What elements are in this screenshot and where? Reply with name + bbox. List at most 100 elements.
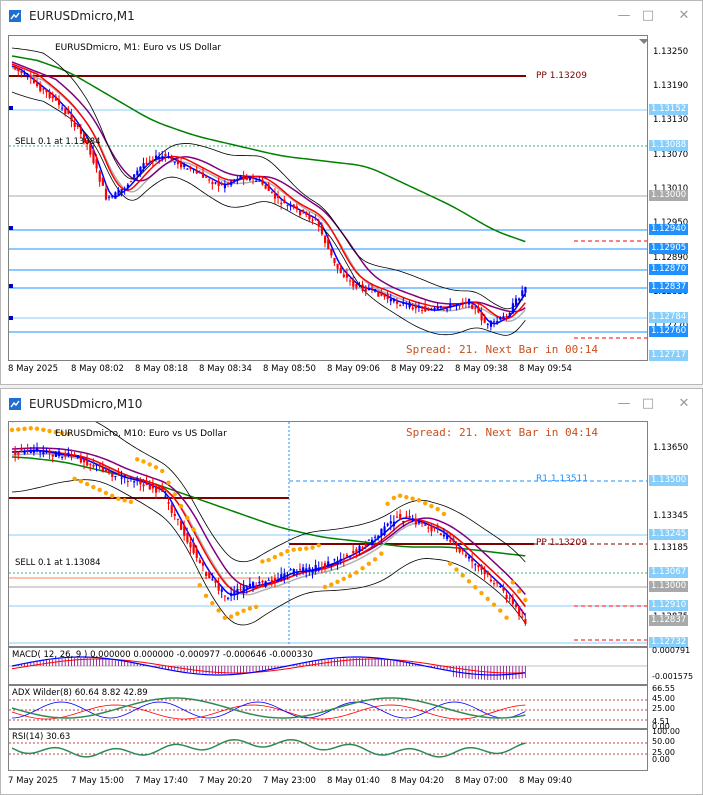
- candle-body: [267, 184, 270, 191]
- candle-body: [57, 99, 61, 105]
- adx-axis: 66.55 45.00 25.00 4.51 0.00: [648, 684, 702, 731]
- candle-body: [305, 568, 308, 572]
- candle-body: [377, 290, 380, 297]
- candle-body: [117, 189, 120, 196]
- price-plot-m10[interactable]: [9, 422, 648, 647]
- candle-body: [421, 310, 424, 312]
- window-titlebar[interactable]: EURUSDmicro,M10 — □ ✕: [1, 389, 702, 419]
- candle-body: [201, 562, 205, 566]
- candle-body: [395, 516, 399, 518]
- rsi-plot: [9, 738, 647, 758]
- time-axis-m1: 8 May 2025 8 May 08:02 8 May 08:18 8 May 08…: [8, 361, 648, 379]
- candle-body: [45, 89, 48, 93]
- close-icon[interactable]: ✕: [674, 7, 694, 25]
- candle-body: [467, 556, 471, 559]
- candle-body: [29, 451, 32, 453]
- candle-body: [79, 128, 83, 135]
- psar-dot: [116, 496, 121, 501]
- candle-body: [239, 175, 242, 179]
- psar-dot: [397, 493, 403, 498]
- candle-body: [167, 156, 170, 158]
- candle-body: [57, 451, 61, 457]
- candle-body: [336, 263, 339, 269]
- candle-body: [252, 175, 255, 179]
- candle-body: [186, 168, 189, 170]
- candle-body: [230, 181, 233, 186]
- candle-body: [176, 518, 180, 520]
- candle-body: [458, 547, 461, 553]
- window-titlebar[interactable]: EURUSDmicro,M1 — □ ✕: [1, 1, 702, 31]
- maximize-icon[interactable]: □: [638, 7, 658, 25]
- candle-body: [474, 307, 477, 309]
- minimize-icon[interactable]: —: [614, 7, 634, 25]
- candle-body: [101, 468, 104, 473]
- x-tick-label: 8 May 09:22: [391, 364, 444, 374]
- candle-body: [245, 587, 248, 589]
- candle-body: [270, 579, 273, 584]
- candle-body: [408, 515, 411, 518]
- y-tick-label: 1.13130: [653, 115, 689, 125]
- adx-pane[interactable]: ADX Wilder(8) 60.64 8.82 42.89: [8, 685, 648, 729]
- candle-body: [17, 68, 20, 71]
- candle-body: [189, 541, 192, 548]
- sell-order-label: SELL 0.1 at 1.13084: [15, 558, 101, 568]
- macd-pane[interactable]: MACD( 12, 26, 9 ) 0.000000 0.000000 -0.0…: [8, 647, 648, 685]
- candle-body: [377, 535, 380, 539]
- candle-body: [336, 560, 339, 565]
- candle-body: [54, 96, 58, 101]
- x-tick-label: 8 May 01:40: [327, 776, 380, 786]
- candle-body: [424, 524, 427, 526]
- price-chart-m1[interactable]: EURUSDmicro, M1: Euro vs US Dollar PP 1.…: [8, 35, 648, 361]
- candle-body: [389, 299, 392, 302]
- candle-body: [233, 591, 236, 596]
- candle-body: [499, 586, 502, 588]
- candle-body: [283, 199, 286, 204]
- psar-dot: [103, 490, 109, 496]
- chart-window-m10[interactable]: EURUSDmicro,M10 — □ ✕ EURUSDmicro, M10: …: [0, 388, 703, 795]
- psar-dot: [498, 608, 503, 613]
- psar-dot: [97, 487, 102, 493]
- price-tag: 1.13245: [649, 529, 689, 540]
- candle-body: [42, 451, 45, 455]
- psar-dot: [41, 427, 46, 433]
- psar-dot: [22, 426, 27, 432]
- candle-body: [95, 158, 98, 169]
- candle-body: [198, 560, 201, 563]
- candle-body: [273, 578, 277, 583]
- price-plot-m1[interactable]: [9, 36, 648, 361]
- candle-body: [98, 171, 101, 182]
- maximize-icon[interactable]: □: [638, 395, 658, 413]
- candle-body: [421, 522, 424, 524]
- candle-body: [295, 206, 299, 210]
- minimize-icon[interactable]: —: [614, 395, 634, 413]
- price-tag: 1.13152: [649, 104, 689, 115]
- price-tag: 1.12870: [649, 264, 689, 275]
- psar-dot: [241, 608, 246, 613]
- candle-body: [158, 486, 161, 489]
- candle-body: [402, 520, 405, 522]
- price-chart-m10[interactable]: EURUSDmicro, M10: Euro vs US Dollar Spre…: [8, 421, 648, 647]
- candle-body: [374, 289, 377, 292]
- close-icon[interactable]: ✕: [674, 395, 694, 413]
- r1-label: R1 1.13511: [536, 474, 589, 484]
- candle-body: [286, 205, 289, 207]
- y-tick-label: 1.13250: [653, 47, 689, 57]
- psar-dot: [16, 427, 21, 432]
- candle-body: [436, 526, 439, 528]
- psar-dot: [272, 554, 278, 560]
- psar-dot: [34, 426, 40, 431]
- candle-body: [92, 464, 95, 467]
- candle-body: [98, 464, 101, 467]
- psar-dot: [479, 590, 484, 596]
- spread-info: Spread: 21. Next Bar in 00:14: [406, 343, 599, 356]
- chart-window-m1[interactable]: EURUSDmicro,M1 — □ ✕ EURUSDmicro, M1: Eu…: [0, 0, 703, 385]
- psar-dot: [216, 608, 221, 613]
- candle-body: [439, 306, 443, 308]
- candle-body: [493, 583, 496, 585]
- rsi-pane[interactable]: RSI(14) 30.63: [8, 729, 648, 771]
- y-tick-label: 25.00: [652, 704, 675, 713]
- candle-body: [236, 588, 239, 595]
- candle-body: [67, 110, 70, 114]
- candle-body: [158, 156, 161, 160]
- candle-body: [111, 473, 114, 477]
